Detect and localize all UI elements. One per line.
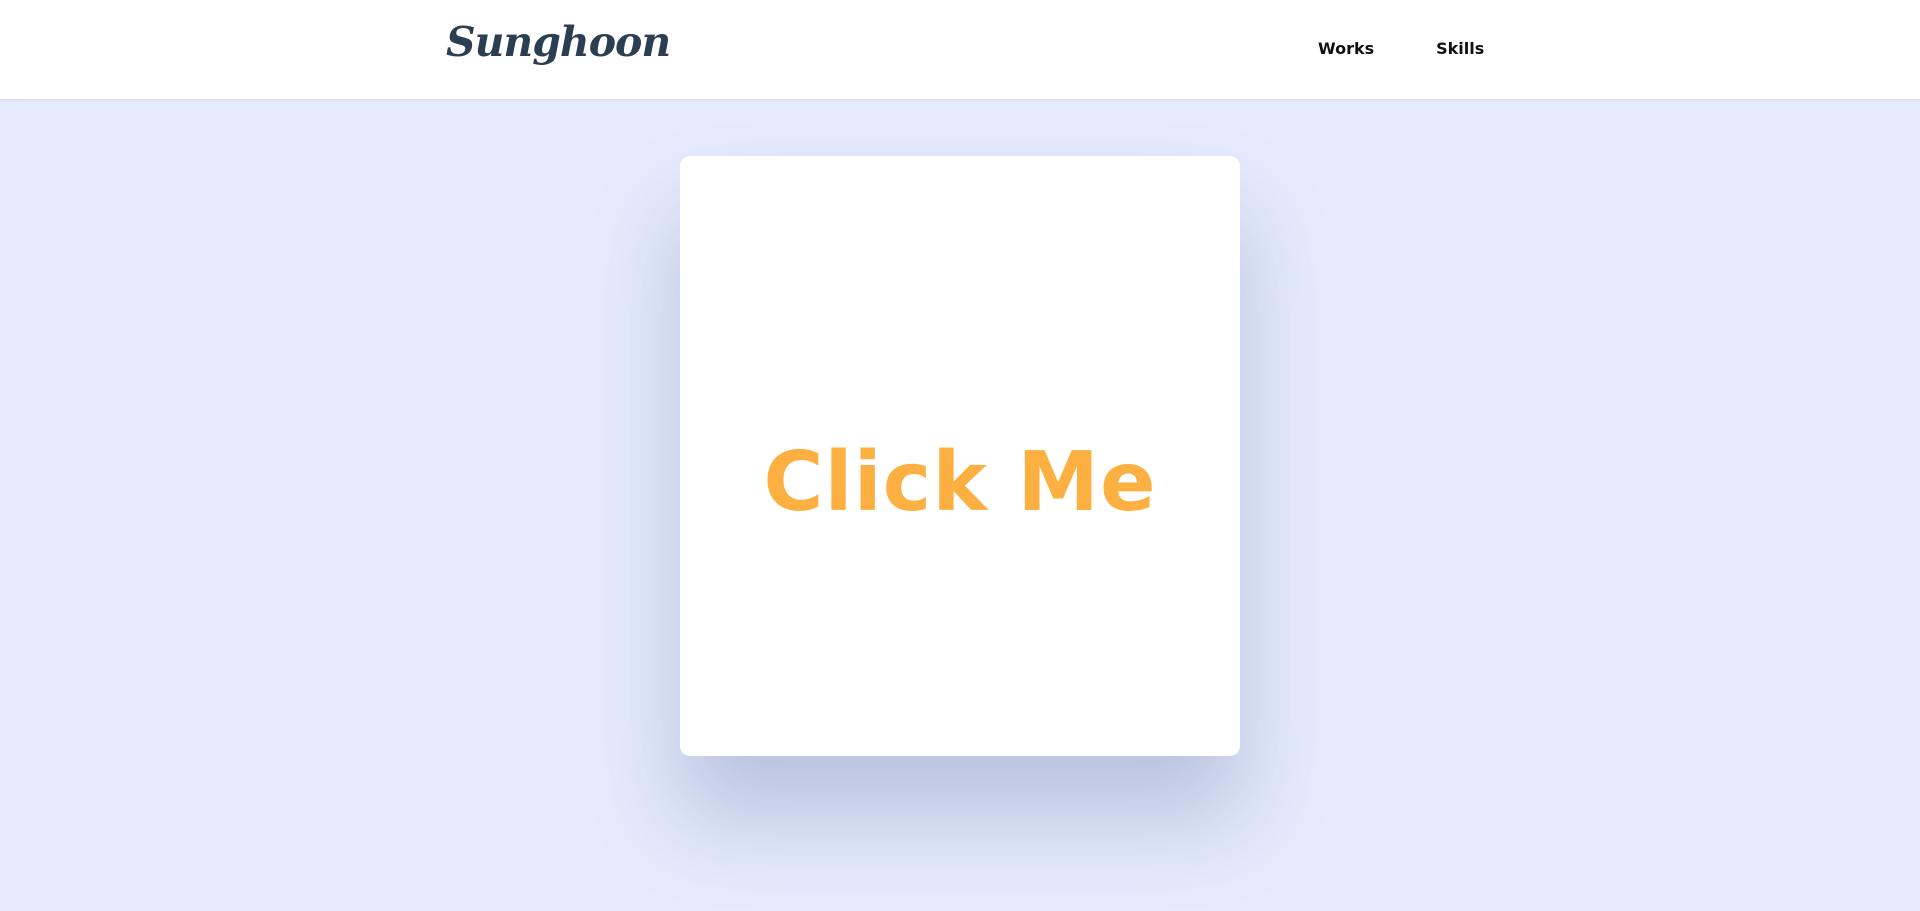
main-nav: Works Skills [1300, 0, 1484, 99]
logo[interactable]: Sunghoon [446, 18, 671, 67]
click-me-card[interactable]: Click Me [680, 156, 1240, 756]
site-header: Sunghoon Works Skills [0, 0, 1920, 99]
nav-item-skills[interactable]: Skills [1436, 39, 1484, 58]
nav-item-works[interactable]: Works [1318, 39, 1374, 58]
card-label: Click Me [763, 434, 1157, 530]
